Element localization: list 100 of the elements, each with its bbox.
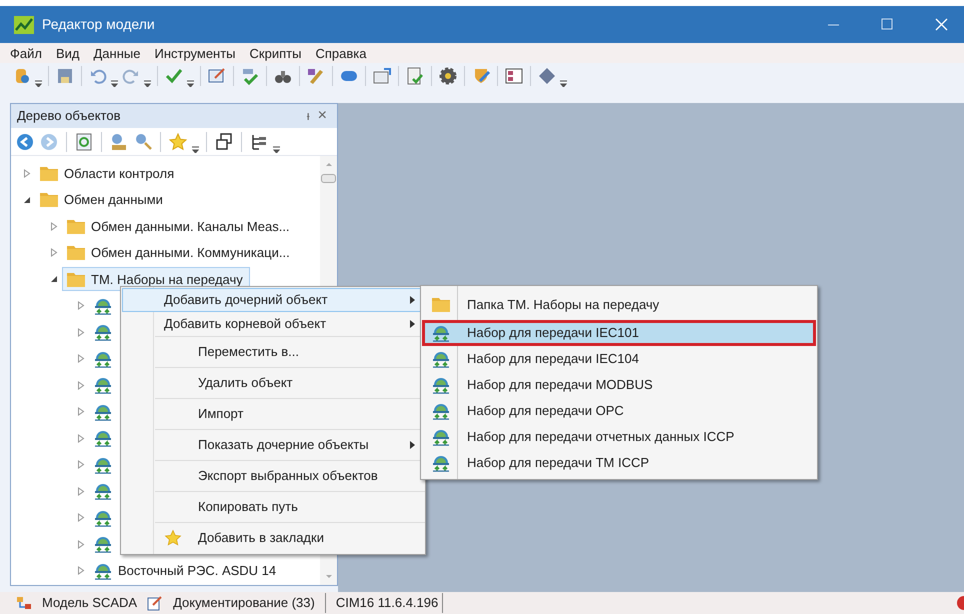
check-icon[interactable] bbox=[164, 66, 184, 86]
layout-icon[interactable] bbox=[504, 66, 524, 86]
menu-item[interactable]: Справка bbox=[309, 44, 372, 63]
folder-icon bbox=[432, 297, 450, 312]
menu-item[interactable]: Экспорт выбранных объектов bbox=[156, 461, 424, 491]
submenu-arrow-icon bbox=[410, 320, 415, 328]
collapse-arrow-icon[interactable] bbox=[23, 196, 31, 204]
network-set-icon bbox=[432, 350, 450, 368]
menu-item[interactable]: Импорт bbox=[156, 399, 424, 429]
back-icon[interactable] bbox=[15, 132, 35, 152]
menu-item[interactable]: Показать дочерние объекты bbox=[156, 430, 424, 460]
document-check-icon[interactable] bbox=[405, 66, 425, 86]
dropdown-arrow-icon[interactable] bbox=[187, 79, 194, 87]
spellcheck-icon[interactable] bbox=[240, 66, 260, 86]
expand-arrow-icon[interactable] bbox=[77, 566, 85, 576]
network-set-icon bbox=[432, 454, 450, 472]
expand-arrow-icon[interactable] bbox=[77, 513, 85, 522]
app-logo-icon bbox=[14, 16, 34, 34]
brush-icon[interactable] bbox=[306, 66, 326, 86]
submenu-arrow-icon bbox=[410, 441, 415, 449]
expand-arrow-icon[interactable] bbox=[77, 407, 85, 416]
menu-item[interactable]: Набор для передачи MODBUS bbox=[422, 372, 816, 398]
panel-title: Дерево объектов bbox=[17, 107, 120, 126]
expand-arrow-icon[interactable] bbox=[77, 486, 85, 496]
expand-arrow-icon[interactable] bbox=[50, 222, 58, 231]
tree-item[interactable]: Обмен данными bbox=[35, 188, 170, 212]
tree-item[interactable]: Области контроля bbox=[35, 161, 182, 186]
expand-arrow-icon[interactable] bbox=[77, 354, 85, 364]
network-set-icon bbox=[94, 376, 112, 394]
scroll-thumb[interactable] bbox=[321, 174, 336, 183]
network-set-icon bbox=[94, 482, 112, 500]
menu-item[interactable]: Добавить корневой объект bbox=[122, 312, 424, 336]
network-set-icon bbox=[94, 296, 112, 315]
network-set-icon bbox=[94, 429, 112, 448]
windows-icon[interactable] bbox=[214, 132, 234, 152]
tree-item[interactable]: Восточный РЭС. ASDU 14 bbox=[89, 558, 284, 583]
folder-icon bbox=[40, 192, 58, 208]
expand-arrow-icon[interactable] bbox=[77, 434, 85, 443]
window-title: Редактор модели bbox=[42, 15, 155, 34]
status-text: CIM16 11.6.4.196 bbox=[324, 593, 444, 613]
pin-button[interactable]: ᵻ bbox=[302, 106, 314, 126]
star-icon bbox=[164, 529, 182, 547]
dropdown-arrow-icon[interactable] bbox=[273, 145, 280, 153]
menu-item[interactable]: Скрипты bbox=[244, 44, 308, 63]
tree-item[interactable]: Обмен данными. Коммуникаци... bbox=[62, 240, 297, 265]
menu-item[interactable]: Набор для передачи OPC bbox=[422, 398, 816, 424]
gear-icon[interactable] bbox=[438, 66, 458, 86]
expand-arrow-icon[interactable] bbox=[77, 301, 85, 310]
folder-icon bbox=[67, 218, 85, 234]
submenu-arrow-icon bbox=[410, 296, 415, 304]
expand-arrow-icon[interactable] bbox=[77, 540, 85, 549]
folder-icon bbox=[67, 272, 85, 287]
menu-item[interactable]: Удалить объект bbox=[156, 368, 424, 398]
network-set-icon bbox=[94, 535, 112, 554]
expand-arrow-icon[interactable] bbox=[77, 328, 85, 337]
diamond-icon[interactable] bbox=[537, 66, 557, 86]
network-set-icon bbox=[94, 562, 112, 580]
menu-item[interactable]: Набор для передачи TM ICCP bbox=[422, 450, 816, 476]
menu-item[interactable]: Копировать путь bbox=[156, 492, 424, 522]
status-text[interactable]: Модель SCADA bbox=[42, 593, 138, 613]
edit-document-icon bbox=[147, 595, 164, 611]
menu-item[interactable]: Файл bbox=[4, 44, 48, 63]
collapse-arrow-icon[interactable] bbox=[50, 275, 58, 284]
dropdown-arrow-icon[interactable] bbox=[560, 79, 567, 87]
dropdown-arrow-icon[interactable] bbox=[35, 79, 42, 87]
status-text[interactable]: Документирование (33) bbox=[173, 593, 315, 613]
close-button[interactable]: × bbox=[314, 108, 331, 124]
model-icon bbox=[16, 595, 32, 611]
dropdown-arrow-icon[interactable] bbox=[144, 79, 151, 87]
network-set-icon bbox=[432, 376, 450, 394]
network-set-icon bbox=[432, 324, 450, 342]
expand-arrow-icon[interactable] bbox=[77, 380, 85, 390]
expand-arrow-icon[interactable] bbox=[50, 248, 58, 258]
network-set-icon bbox=[94, 508, 112, 527]
network-set-icon bbox=[94, 402, 112, 421]
menu-item[interactable]: Добавить в закладки bbox=[156, 523, 424, 553]
network-set-icon bbox=[94, 323, 112, 342]
network-set-icon bbox=[94, 350, 112, 368]
find-by-id-icon[interactable] bbox=[133, 132, 153, 152]
tree-item[interactable]: Обмен данными. Каналы Meas... bbox=[62, 214, 297, 238]
menu-item[interactable]: Папка ТМ. Наборы на передачу bbox=[422, 289, 816, 320]
dropdown-arrow-icon[interactable] bbox=[111, 79, 118, 87]
folder-icon bbox=[67, 245, 85, 260]
expand-arrow-icon[interactable] bbox=[23, 168, 31, 178]
refresh-icon[interactable] bbox=[74, 132, 94, 152]
find-icon[interactable] bbox=[109, 132, 129, 152]
network-set-icon bbox=[432, 402, 450, 420]
menu-item[interactable]: Инструменты bbox=[148, 44, 242, 63]
expand-arrow-icon[interactable] bbox=[77, 460, 85, 470]
menu-item[interactable]: Переместить в... bbox=[156, 337, 424, 367]
menu-item[interactable]: Вид bbox=[50, 44, 86, 63]
network-set-icon bbox=[432, 428, 450, 446]
menu-item[interactable]: Набор для передачи IEC101 bbox=[422, 320, 816, 346]
save-icon[interactable] bbox=[55, 66, 75, 86]
folder-icon bbox=[40, 166, 58, 181]
menu-item[interactable]: Набор для передачи отчетных данных ICCP bbox=[422, 424, 816, 450]
dropdown-arrow-icon[interactable] bbox=[192, 145, 199, 153]
menu-item[interactable]: Данные bbox=[88, 44, 146, 63]
menu-item[interactable]: Набор для передачи IEC104 bbox=[422, 346, 816, 372]
error-icon[interactable] bbox=[954, 595, 964, 611]
